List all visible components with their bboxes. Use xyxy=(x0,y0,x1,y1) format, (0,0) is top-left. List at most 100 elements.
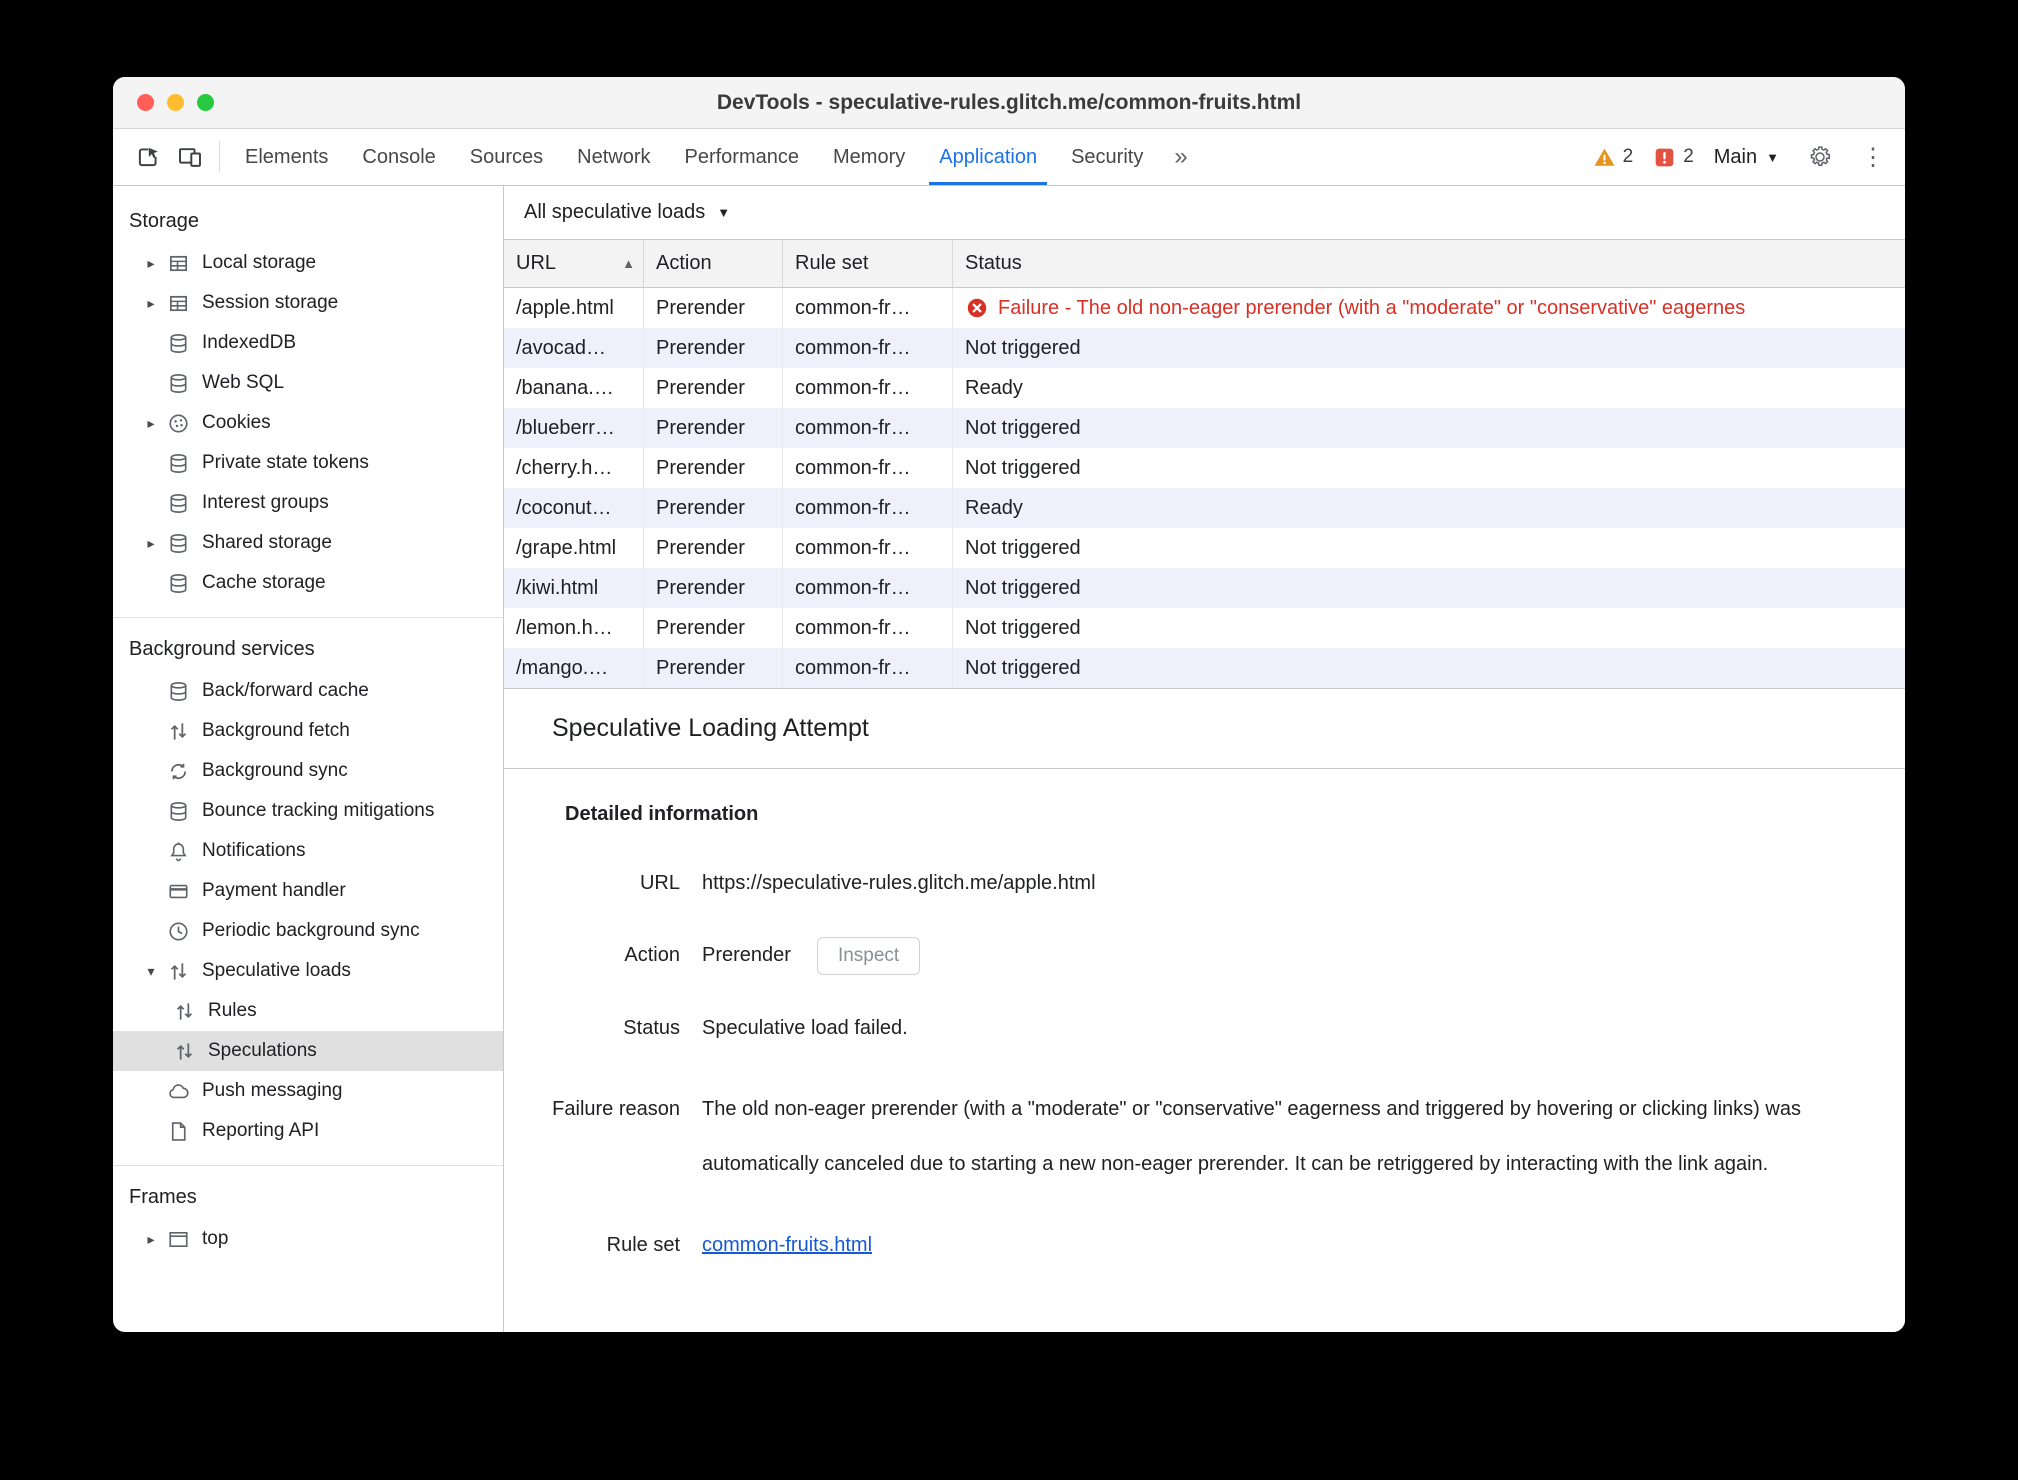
disclosure-triangle-icon[interactable]: ▾ xyxy=(137,963,165,980)
sidebar-item-background-fetch[interactable]: Background fetch xyxy=(113,711,503,751)
disclosure-triangle-icon[interactable]: ▸ xyxy=(137,535,165,552)
sidebar-item-label: Reporting API xyxy=(202,1120,320,1141)
detail-url-value: https://speculative-rules.glitch.me/appl… xyxy=(702,872,1096,894)
sidebar-item-bounce-tracking-mitigations[interactable]: Bounce tracking mitigations xyxy=(113,791,503,831)
table-row[interactable]: /blueberr… Prerender common-fr… Not trig… xyxy=(504,408,1905,448)
tab-performance[interactable]: Performance xyxy=(668,129,817,185)
detail-status-value: Speculative load failed. xyxy=(702,1017,908,1039)
details-pane-title: Speculative Loading Attempt xyxy=(504,689,1905,769)
disclosure-triangle-icon[interactable]: ▸ xyxy=(137,255,165,272)
zoom-window-button[interactable] xyxy=(197,94,214,111)
inspect-button[interactable]: Inspect xyxy=(816,937,921,975)
table-row[interactable]: /apple.html Prerender common-fr… Failure… xyxy=(504,288,1905,328)
sidebar-item-back-forward-cache[interactable]: Back/forward cache xyxy=(113,671,503,711)
cell-action: Prerender xyxy=(643,608,782,648)
disclosure-triangle-icon[interactable]: ▸ xyxy=(137,1231,165,1248)
tab-memory[interactable]: Memory xyxy=(816,129,922,185)
sidebar-item-push-messaging[interactable]: Push messaging xyxy=(113,1071,503,1111)
cell-status: Not triggered xyxy=(952,568,1905,608)
tab-sources[interactable]: Sources xyxy=(453,129,560,185)
sidebar-item-cache-storage[interactable]: Cache storage xyxy=(113,563,503,603)
sidebar-item-payment-handler[interactable]: Payment handler xyxy=(113,871,503,911)
sidebar-item-periodic-background-sync[interactable]: Periodic background sync xyxy=(113,911,503,951)
sidebar-item-speculations[interactable]: Speculations xyxy=(113,1031,503,1071)
rule-set-link[interactable]: common-fruits.html xyxy=(702,1234,872,1256)
sidebar-item-background-sync[interactable]: Background sync xyxy=(113,751,503,791)
cell-url: /blueberr… xyxy=(516,416,615,439)
table-row[interactable]: /grape.html Prerender common-fr… Not tri… xyxy=(504,528,1905,568)
toggle-device-toolbar-button[interactable] xyxy=(169,129,211,185)
sidebar-item-local-storage[interactable]: ▸ Local storage xyxy=(113,243,503,283)
database-icon xyxy=(165,490,191,516)
sidebar-section-storage: Storage ▸ Local storage ▸ Session storag… xyxy=(113,196,503,603)
sidebar-item-label: Speculative loads xyxy=(202,960,351,981)
column-header-rule-set[interactable]: Rule set xyxy=(782,240,952,287)
sidebar-item-web-sql[interactable]: Web SQL xyxy=(113,363,503,403)
cell-rule-set: common-fr… xyxy=(782,648,952,688)
cell-url: /avocad… xyxy=(516,336,607,359)
main-context-selector[interactable]: Main ▼ xyxy=(1714,146,1779,169)
table-row[interactable]: /mango.… Prerender common-fr… Not trigge… xyxy=(504,648,1905,688)
column-header-url[interactable]: URL ▲ xyxy=(504,240,643,287)
tab-elements[interactable]: Elements xyxy=(228,129,345,185)
sidebar-item-cookies[interactable]: ▸ Cookies xyxy=(113,403,503,443)
sidebar-item-label: Back/forward cache xyxy=(202,680,369,701)
tab-application[interactable]: Application xyxy=(922,129,1054,185)
table-row[interactable]: /banana.… Prerender common-fr… Ready xyxy=(504,368,1905,408)
table-icon xyxy=(165,290,191,316)
table-row[interactable]: /cherry.h… Prerender common-fr… Not trig… xyxy=(504,448,1905,488)
cell-status: Not triggered xyxy=(952,608,1905,648)
sidebar-item-interest-groups[interactable]: Interest groups xyxy=(113,483,503,523)
column-header-status[interactable]: Status xyxy=(952,240,1905,287)
warnings-badge[interactable]: 2 xyxy=(1593,146,1633,169)
cell-status: Not triggered xyxy=(952,528,1905,568)
table-row[interactable]: /lemon.h… Prerender common-fr… Not trigg… xyxy=(504,608,1905,648)
settings-button[interactable] xyxy=(1799,144,1841,170)
sidebar-item-speculative-loads[interactable]: ▾ Speculative loads xyxy=(113,951,503,991)
chevron-down-icon[interactable]: ▼ xyxy=(717,205,730,220)
sidebar-item-top-frame[interactable]: ▸ top xyxy=(113,1219,503,1259)
cell-status: Ready xyxy=(952,368,1905,408)
filter-dropdown[interactable]: All speculative loads xyxy=(524,201,705,224)
frame-icon xyxy=(165,1226,191,1252)
column-header-action[interactable]: Action xyxy=(643,240,782,287)
table-icon xyxy=(165,250,191,276)
tab-network[interactable]: Network xyxy=(560,129,667,185)
customize-devtools-button[interactable]: ⋮ xyxy=(1861,143,1885,172)
bell-icon xyxy=(165,838,191,864)
speculation-details-pane: Speculative Loading Attempt Detailed inf… xyxy=(504,688,1905,1332)
disclosure-triangle-icon[interactable]: ▸ xyxy=(137,295,165,312)
window-title: DevTools - speculative-rules.glitch.me/c… xyxy=(716,90,1302,114)
sidebar-item-private-state-tokens[interactable]: Private state tokens xyxy=(113,443,503,483)
detail-label: Rule set xyxy=(606,1234,680,1256)
detail-label: Action xyxy=(624,944,680,966)
cell-action: Prerender xyxy=(643,528,782,568)
database-icon xyxy=(165,530,191,556)
up-down-arrows-icon xyxy=(165,718,191,744)
cell-rule-set: common-fr… xyxy=(782,448,952,488)
table-row[interactable]: /avocad… Prerender common-fr… Not trigge… xyxy=(504,328,1905,368)
inspect-element-button[interactable] xyxy=(127,129,169,185)
table-row[interactable]: /coconut… Prerender common-fr… Ready xyxy=(504,488,1905,528)
tab-security[interactable]: Security xyxy=(1054,129,1160,185)
sidebar-item-session-storage[interactable]: ▸ Session storage xyxy=(113,283,503,323)
issues-badge[interactable]: 2 xyxy=(1653,146,1694,169)
cell-url: /grape.html xyxy=(516,536,617,559)
sidebar-item-notifications[interactable]: Notifications xyxy=(113,831,503,871)
tab-console[interactable]: Console xyxy=(345,129,452,185)
table-row[interactable]: /kiwi.html Prerender common-fr… Not trig… xyxy=(504,568,1905,608)
minimize-window-button[interactable] xyxy=(167,94,184,111)
detail-label: Status xyxy=(623,1017,680,1039)
more-tabs-button[interactable]: » xyxy=(1160,129,1201,185)
detail-row-rule-set: Rule set common-fruits.html xyxy=(540,1234,1865,1257)
cell-action: Prerender xyxy=(643,648,782,688)
sidebar-item-reporting-api[interactable]: Reporting API xyxy=(113,1111,503,1151)
sidebar-item-rules[interactable]: Rules xyxy=(113,991,503,1031)
sidebar-item-shared-storage[interactable]: ▸ Shared storage xyxy=(113,523,503,563)
sync-icon xyxy=(165,758,191,784)
close-window-button[interactable] xyxy=(137,94,154,111)
cell-url: /cherry.h… xyxy=(516,456,613,479)
sidebar-item-indexeddb[interactable]: IndexedDB xyxy=(113,323,503,363)
disclosure-triangle-icon[interactable]: ▸ xyxy=(137,415,165,432)
speculations-table-header: URL ▲ Action Rule set Status xyxy=(504,240,1905,288)
